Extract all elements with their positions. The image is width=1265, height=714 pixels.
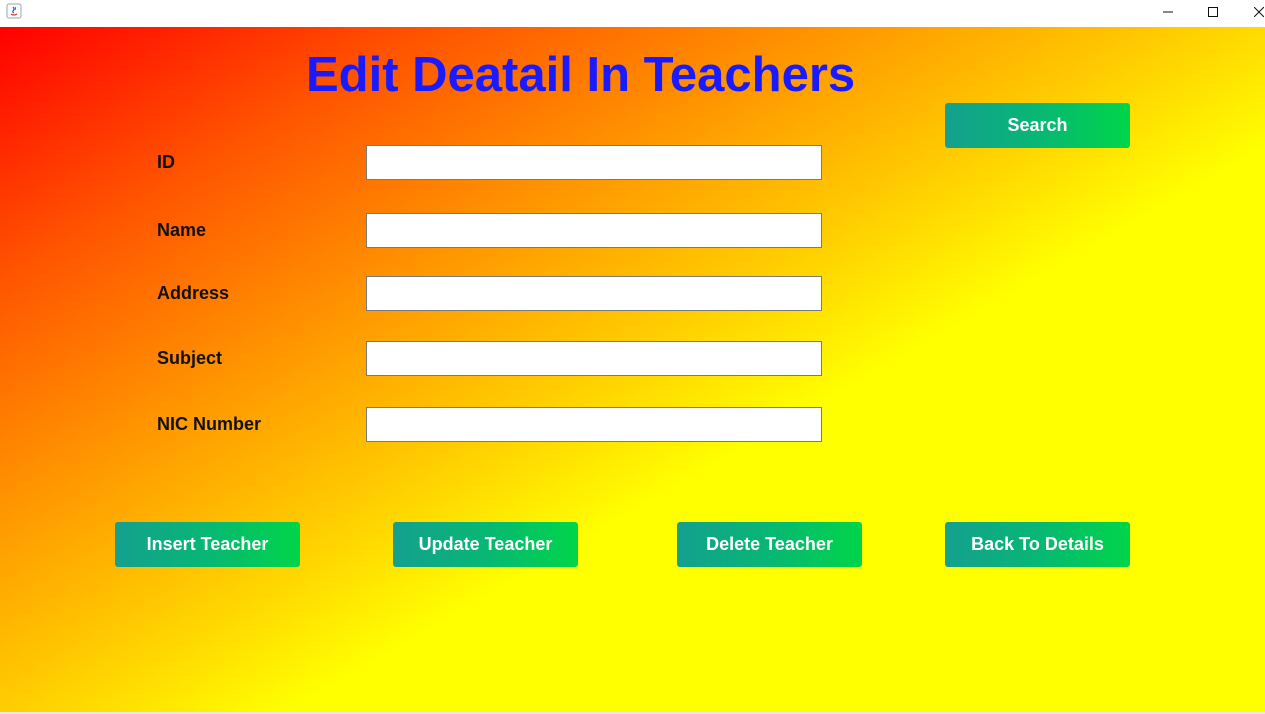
delete-teacher-button[interactable]: Delete Teacher	[677, 522, 862, 567]
subject-label: Subject	[157, 348, 223, 368]
close-icon	[1254, 7, 1264, 17]
id-label: ID	[157, 152, 175, 172]
nic-number-field[interactable]	[366, 407, 822, 442]
name-label: Name	[157, 220, 207, 240]
address-field[interactable]	[366, 276, 822, 311]
insert-teacher-button[interactable]: Insert Teacher	[115, 522, 300, 567]
java-icon	[6, 3, 22, 19]
maximize-button[interactable]	[1190, 0, 1236, 24]
maximize-icon	[1208, 7, 1218, 17]
page-title: Edit Deatail In Teachers	[306, 48, 856, 102]
search-button[interactable]: Search	[945, 103, 1130, 148]
update-teacher-button[interactable]: Update Teacher	[393, 522, 578, 567]
minimize-icon	[1163, 7, 1173, 17]
form-panel: Edit Deatail In Teachers Search ID Name …	[0, 27, 1265, 714]
subject-field[interactable]	[366, 341, 822, 376]
address-label: Address	[157, 283, 230, 303]
minimize-button[interactable]	[1145, 0, 1191, 24]
window-titlebar	[0, 0, 1265, 27]
name-field[interactable]	[366, 213, 822, 248]
close-button[interactable]	[1236, 0, 1265, 24]
nic-number-label: NIC Number	[157, 414, 262, 434]
back-to-details-button[interactable]: Back To Details	[945, 522, 1130, 567]
id-field[interactable]	[366, 145, 822, 180]
